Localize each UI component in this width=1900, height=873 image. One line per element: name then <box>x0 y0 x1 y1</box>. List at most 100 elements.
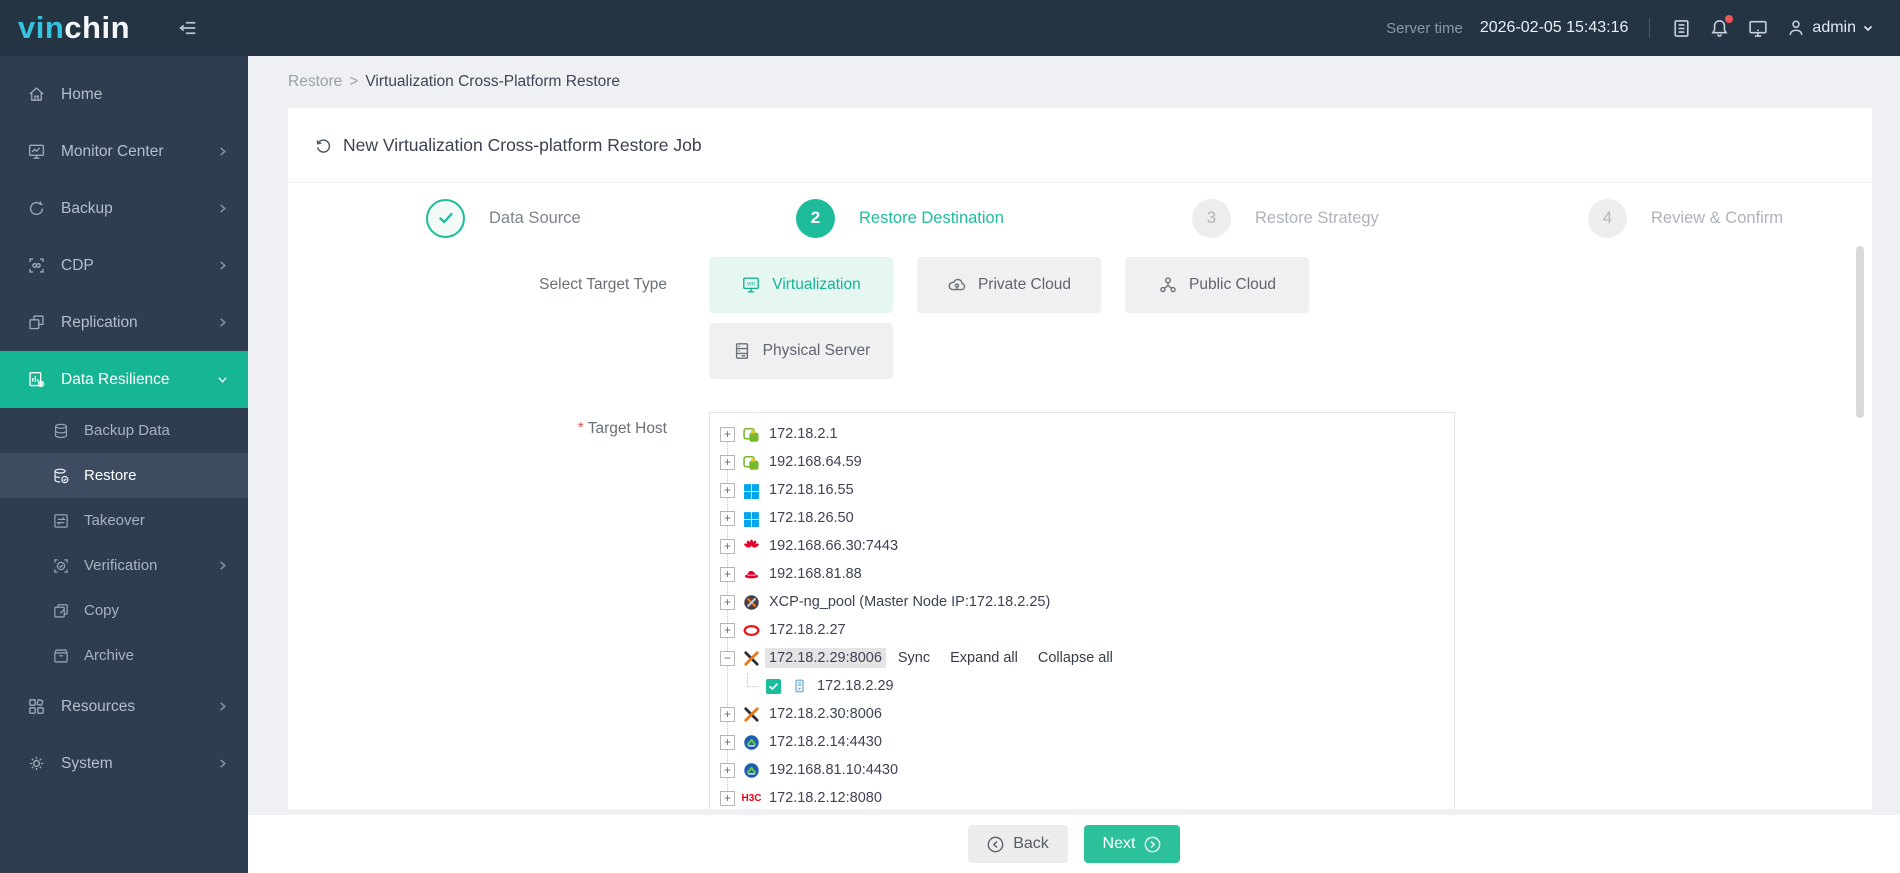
target-type-public-cloud[interactable]: Public Cloud <box>1125 257 1309 313</box>
host-icon <box>790 678 809 695</box>
tree-node-label[interactable]: XCP-ng_pool (Master Node IP:172.18.2.25) <box>765 592 1054 612</box>
tree-node-label[interactable]: 172.18.26.50 <box>765 508 858 528</box>
backup-icon <box>27 199 47 218</box>
step-label: Restore Strategy <box>1255 208 1379 227</box>
sidebar-item-resources[interactable]: Resources <box>0 678 248 735</box>
tree-node-label[interactable]: 192.168.81.10:4430 <box>765 760 902 780</box>
tree-node: + 192.168.64.59 <box>720 448 1454 476</box>
tree-node-label[interactable]: 172.18.2.29:8006 <box>765 648 886 668</box>
expand-toggle-icon[interactable]: + <box>720 538 735 554</box>
tree-node: + 192.168.66.30:7443 <box>720 532 1454 560</box>
console-monitor-icon[interactable] <box>1747 18 1769 39</box>
expand-toggle-icon[interactable]: + <box>720 762 735 778</box>
chevron-right-icon <box>217 758 228 769</box>
step-number: 3 <box>1192 198 1231 238</box>
page-title: New Virtualization Cross-platform Restor… <box>343 134 702 155</box>
sidebar-item-replication[interactable]: Replication <box>0 294 248 351</box>
breadcrumb-parent[interactable]: Restore <box>288 73 342 91</box>
sidebar-item-backup[interactable]: Backup <box>0 180 248 237</box>
tree-node-label[interactable]: 172.18.2.1 <box>765 424 842 444</box>
sidebar-item-monitor-center[interactable]: Monitor Center <box>0 123 248 180</box>
target-type-private-cloud[interactable]: Private Cloud <box>917 257 1101 313</box>
sidebar-item-backup-data[interactable]: Backup Data <box>0 408 248 453</box>
vinchin-logo: vinchin <box>0 0 130 56</box>
expand-toggle-icon[interactable]: + <box>720 566 735 582</box>
sidebar-item-copy[interactable]: Copy <box>0 588 248 633</box>
chevron-right-icon <box>217 560 228 571</box>
tree-connector <box>747 673 759 687</box>
expand-toggle-icon[interactable]: + <box>720 594 735 610</box>
expand-toggle-icon[interactable]: + <box>720 454 735 470</box>
user-menu[interactable]: admin <box>1786 18 1874 38</box>
next-button[interactable]: Next <box>1084 825 1180 863</box>
collapse-toggle-icon[interactable]: − <box>720 650 735 666</box>
sidebar-item-cdp[interactable]: CDP <box>0 237 248 294</box>
target-type-label: Select Target Type <box>539 276 667 293</box>
tree-node-label[interactable]: 172.18.2.29 <box>813 676 898 696</box>
return-icon[interactable] <box>314 136 333 155</box>
target-type-virtualization[interactable]: vm Virtualization <box>709 257 893 313</box>
collapse-all-link[interactable]: Collapse all <box>1038 650 1113 666</box>
ovirt-icon <box>742 426 761 443</box>
job-log-icon[interactable] <box>1671 18 1692 39</box>
back-button[interactable]: Back <box>968 825 1068 863</box>
monitor-center-icon <box>27 142 47 161</box>
resources-icon <box>27 697 47 716</box>
tree-node-label[interactable]: 172.18.2.12:8080 <box>765 788 886 808</box>
sidebar-item-data-resilience[interactable]: Data Resilience <box>0 351 248 408</box>
expand-all-link[interactable]: Expand all <box>950 650 1018 666</box>
copy-icon <box>52 602 71 620</box>
sidebar-item-home[interactable]: Home <box>0 66 248 123</box>
cdp-icon <box>27 256 47 275</box>
notifications-bell-icon[interactable] <box>1709 14 1734 39</box>
sidebar-item-label: System <box>61 754 113 772</box>
step-restore-destination: 2 Restore Destination <box>684 195 1080 241</box>
redhat-icon <box>742 566 761 583</box>
sidebar-item-label: Archive <box>84 647 135 664</box>
tree-node-label[interactable]: 172.18.16.55 <box>765 480 858 500</box>
tree-node-label[interactable]: 172.18.2.14:4430 <box>765 732 886 752</box>
scrollbar[interactable] <box>1856 246 1864 418</box>
sync-link[interactable]: Sync <box>898 650 930 666</box>
notification-badge <box>1725 14 1734 23</box>
user-name: admin <box>1812 19 1856 36</box>
sidebar-item-label: Resources <box>61 697 136 715</box>
data-resilience-icon <box>27 370 47 389</box>
expand-toggle-icon[interactable]: + <box>720 482 735 498</box>
host-checkbox-checked[interactable] <box>766 678 781 694</box>
expand-toggle-icon[interactable]: + <box>720 622 735 638</box>
sidebar-item-takeover[interactable]: Takeover <box>0 498 248 543</box>
tree-node-label[interactable]: 192.168.66.30:7443 <box>765 536 902 556</box>
sidebar-item-archive[interactable]: Archive <box>0 633 248 678</box>
expand-toggle-icon[interactable]: + <box>720 510 735 526</box>
topbar: vinchin Server time 2026-02-05 15:43:16 … <box>0 0 1900 56</box>
sidebar-item-restore[interactable]: Restore <box>0 453 248 498</box>
takeover-icon <box>52 512 71 530</box>
sidebar-item-label: Monitor Center <box>61 142 164 160</box>
expand-toggle-icon[interactable]: + <box>720 790 735 806</box>
restore-icon <box>52 467 71 485</box>
tree-node-label[interactable]: 192.168.64.59 <box>765 452 866 472</box>
target-type-label-text: Physical Server <box>762 342 871 359</box>
sidebar-item-system[interactable]: System <box>0 735 248 792</box>
expand-toggle-icon[interactable]: + <box>720 734 735 750</box>
tree-node-label[interactable]: 172.18.2.27 <box>765 620 850 640</box>
step-restore-strategy: 3 Restore Strategy <box>1080 195 1476 241</box>
expand-toggle-icon[interactable]: + <box>720 426 735 442</box>
step-data-source: Data Source <box>288 195 684 241</box>
archive-icon <box>52 647 71 665</box>
topbar-divider <box>1649 18 1651 38</box>
chevron-down-icon <box>217 374 228 385</box>
tree-node: + 172.18.2.27 <box>720 616 1454 644</box>
tree-node-label[interactable]: 192.168.81.88 <box>765 564 866 584</box>
expand-toggle-icon[interactable]: + <box>720 706 735 722</box>
tree-node-label[interactable]: 172.18.2.30:8006 <box>765 704 886 724</box>
circle-arrow-left-icon <box>987 836 1004 852</box>
target-type-physical-server[interactable]: Physical Server <box>709 323 893 379</box>
sidebar-collapse-icon[interactable] <box>176 17 198 39</box>
sidebar-item-verification[interactable]: Verification <box>0 543 248 588</box>
chevron-right-icon <box>217 701 228 712</box>
sidebar-item-label: Restore <box>84 467 137 484</box>
ovirt-icon <box>742 454 761 471</box>
